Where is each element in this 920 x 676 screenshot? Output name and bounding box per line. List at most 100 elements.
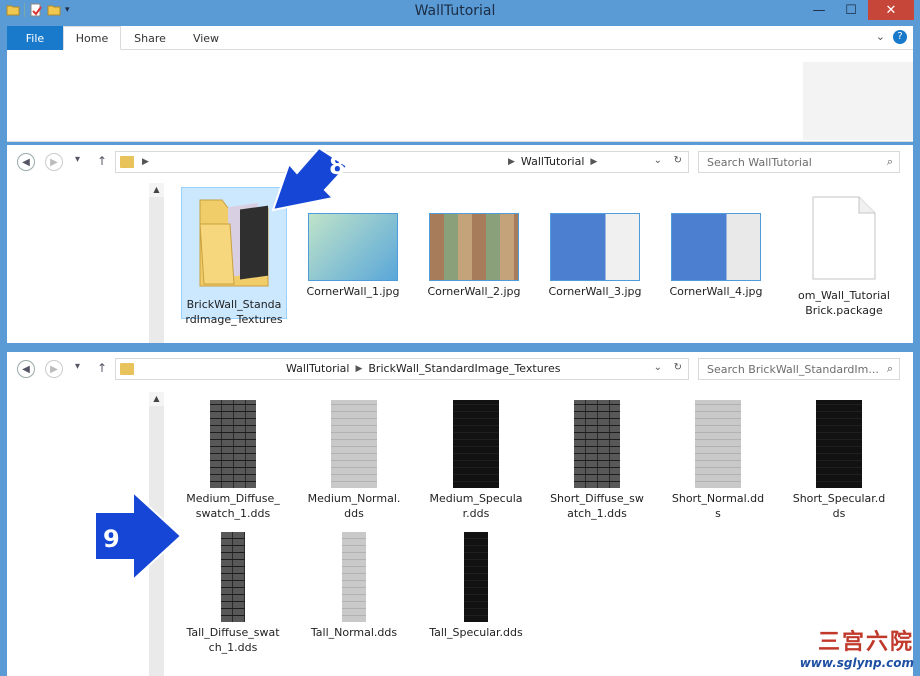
address-row: ◀ ▶ ▾ ↑ ▶ ▶ WallTutorial ▶ ⌄ ↻ Search Wa… <box>7 145 913 179</box>
address-row: ◀ ▶ ▾ ↑ WallTutorial ▶ BrickWall_Standar… <box>7 352 913 386</box>
tab-home[interactable]: Home <box>63 26 121 50</box>
texture-thumbnail <box>695 400 741 488</box>
file-name: Medium_Normal. dds <box>307 492 401 520</box>
scroll-up-icon[interactable]: ▲ <box>149 392 164 406</box>
file-name: CornerWall_1.jpg <box>306 285 400 298</box>
texture-thumbnail <box>342 532 366 622</box>
file-name: Tall_Specular.dds <box>429 626 523 639</box>
texture-thumbnail <box>331 400 377 488</box>
image-thumbnail <box>308 213 398 281</box>
file-icon <box>812 196 876 280</box>
up-button[interactable]: ↑ <box>97 154 107 168</box>
file-item-dds[interactable]: Medium_Diffuse_ swatch_1.dds <box>181 400 285 521</box>
refresh-icon[interactable]: ↻ <box>674 362 682 373</box>
minimize-button[interactable]: — <box>804 0 834 20</box>
search-input[interactable]: Search WallTutorial ⌕ <box>698 151 900 173</box>
texture-thumbnail <box>574 400 620 488</box>
address-bar[interactable]: ▶ ▶ WallTutorial ▶ ⌄ ↻ <box>115 151 689 173</box>
chevron-right-icon: ▶ <box>590 156 598 167</box>
file-item-dds[interactable]: Tall_Specular.dds <box>424 532 528 640</box>
recent-locations-icon[interactable]: ▾ <box>75 154 80 165</box>
scroll-up-icon[interactable]: ▲ <box>149 183 164 197</box>
tab-view[interactable]: View <box>183 26 229 50</box>
annotation-arrow-9: 9 <box>94 490 183 582</box>
search-input[interactable]: Search BrickWall_StandardIm... ⌕ <box>698 358 900 380</box>
title-bar: ▾ WallTutorial — ☐ ✕ <box>0 0 920 24</box>
chevron-right-icon: ▶ <box>508 156 515 167</box>
file-item-dds[interactable]: Medium_Normal. dds <box>302 400 406 521</box>
file-name: Medium_Specula r.dds <box>429 492 523 520</box>
texture-thumbnail <box>453 400 499 488</box>
file-item-dds[interactable]: Medium_Specula r.dds <box>424 400 528 521</box>
file-name: CornerWall_3.jpg <box>548 285 642 298</box>
watermark-text: 三宫六院 <box>817 629 914 655</box>
window-title: WallTutorial <box>414 3 496 19</box>
texture-thumbnail <box>221 532 245 622</box>
file-item-jpg[interactable]: CornerWall_2.jpg <box>424 213 524 299</box>
refresh-icon[interactable]: ↻ <box>674 155 682 166</box>
file-item-dds[interactable]: Tall_Diffuse_swat ch_1.dds <box>181 532 285 655</box>
breadcrumb-brickwall[interactable]: BrickWall_StandardImage_Textures <box>368 362 560 375</box>
chevron-down-icon[interactable]: ⌄ <box>654 155 662 166</box>
file-item-dds[interactable]: Short_Normal.dd s <box>666 400 770 521</box>
tab-file[interactable]: File <box>7 26 63 50</box>
help-icon[interactable]: ? <box>893 30 907 44</box>
chevron-right-icon: ▶ <box>142 157 149 167</box>
breadcrumb-walltutorial[interactable]: WallTutorial <box>521 155 584 168</box>
back-button[interactable]: ◀ <box>17 153 35 171</box>
file-item-jpg[interactable]: CornerWall_1.jpg <box>303 213 403 299</box>
file-name: om_Wall_Tutorial Brick.package <box>798 289 890 317</box>
maximize-button[interactable]: ☐ <box>836 0 866 20</box>
forward-button[interactable]: ▶ <box>45 153 63 171</box>
tab-share[interactable]: Share <box>125 26 175 50</box>
file-item-dds[interactable]: Short_Specular.d ds <box>787 400 891 521</box>
chevron-down-icon[interactable]: ⌄ <box>654 362 662 373</box>
file-name: Tall_Diffuse_swat ch_1.dds <box>186 626 280 654</box>
recent-locations-icon[interactable]: ▾ <box>75 361 80 372</box>
explorer-pane-bottom: ◀ ▶ ▾ ↑ WallTutorial ▶ BrickWall_Standar… <box>7 352 913 676</box>
image-thumbnail <box>550 213 640 281</box>
file-name: Short_Diffuse_sw atch_1.dds <box>550 492 644 520</box>
file-item-dds[interactable]: Tall_Normal.dds <box>302 532 406 640</box>
file-name: BrickWall_Standa rdImage_Textures <box>185 298 283 326</box>
search-placeholder: Search BrickWall_StandardIm... <box>707 363 879 376</box>
texture-thumbnail <box>210 400 256 488</box>
file-item-dds[interactable]: Short_Diffuse_sw atch_1.dds <box>545 400 649 521</box>
folder-icon <box>120 363 134 375</box>
step-number: 9 <box>103 525 120 553</box>
texture-thumbnail <box>816 400 862 488</box>
file-name: Short_Specular.d ds <box>792 492 886 520</box>
up-button[interactable]: ↑ <box>97 361 107 375</box>
folder-icon <box>120 156 134 168</box>
folder-icon <box>199 199 269 287</box>
search-icon: ⌕ <box>886 155 893 168</box>
annotation-arrow-8: 8 <box>271 146 349 212</box>
close-button[interactable]: ✕ <box>868 0 914 20</box>
ribbon-body <box>7 50 913 142</box>
image-thumbnail <box>671 213 761 281</box>
scrollbar[interactable]: ▲ <box>149 183 164 343</box>
file-name: CornerWall_2.jpg <box>427 285 521 298</box>
search-icon: ⌕ <box>886 362 893 375</box>
ribbon-collapse-icon[interactable]: ⌄ <box>876 30 885 44</box>
file-name: Tall_Normal.dds <box>310 626 398 639</box>
ribbon-tabs: File Home Share View ⌄ ? <box>7 26 913 50</box>
chevron-right-icon: ▶ <box>355 363 363 374</box>
explorer-pane-top: ◀ ▶ ▾ ↑ ▶ ▶ WallTutorial ▶ ⌄ ↻ Search Wa… <box>7 145 913 343</box>
breadcrumb-walltutorial[interactable]: WallTutorial <box>286 362 349 375</box>
search-placeholder: Search WallTutorial <box>707 156 812 169</box>
back-button[interactable]: ◀ <box>17 360 35 378</box>
step-number: 8 <box>329 152 346 180</box>
file-item-jpg[interactable]: CornerWall_4.jpg <box>666 213 766 299</box>
file-name: Medium_Diffuse_ swatch_1.dds <box>186 492 280 520</box>
file-name: CornerWall_4.jpg <box>669 285 763 298</box>
address-bar[interactable]: WallTutorial ▶ BrickWall_StandardImage_T… <box>115 358 689 380</box>
navigation-pane[interactable] <box>7 179 149 343</box>
file-item-jpg[interactable]: CornerWall_3.jpg <box>545 213 645 299</box>
watermark: 三宫六院 www.sglynp.com <box>800 624 914 670</box>
watermark-url: www.sglynp.com <box>799 656 914 670</box>
image-thumbnail <box>429 213 519 281</box>
file-name: Short_Normal.dd s <box>671 492 765 520</box>
forward-button[interactable]: ▶ <box>45 360 63 378</box>
file-item-package[interactable]: om_Wall_Tutorial Brick.package <box>791 195 897 318</box>
